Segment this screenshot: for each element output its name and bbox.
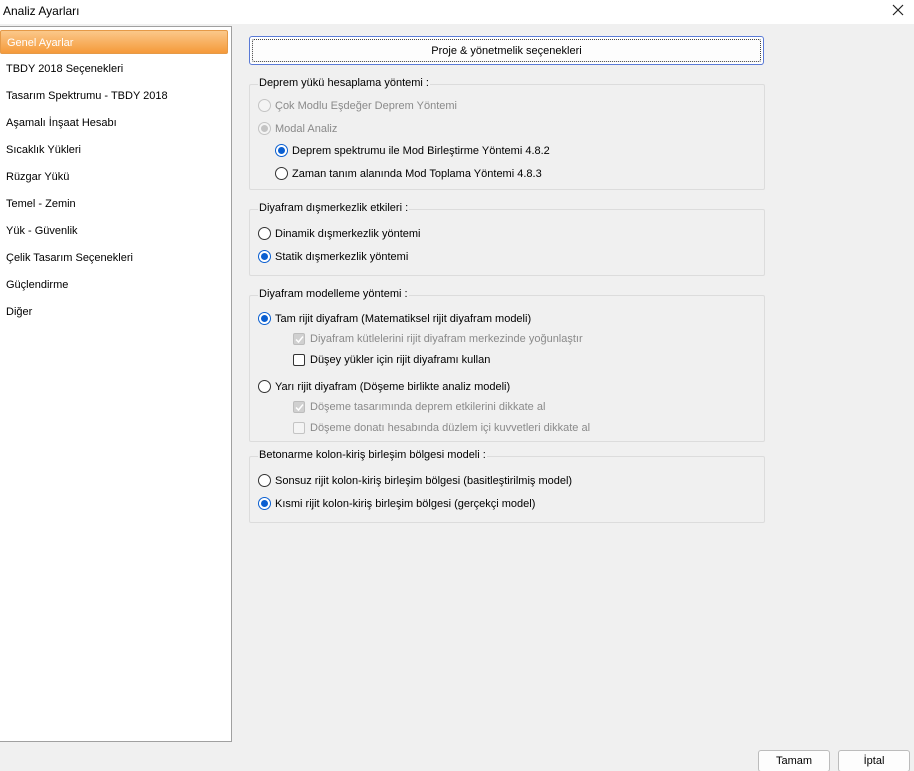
sidebar-item-yuk-guvenlik[interactable]: Yük - Güvenlik <box>0 218 231 244</box>
radio-semi-rigid-diaphragm[interactable]: Yarı rijit diyafram (Döşeme birlikte ana… <box>258 380 510 393</box>
sidebar: Genel Ayarlar TBDY 2018 Seçenekleri Tasa… <box>0 26 232 742</box>
radio-static-eccentricity[interactable]: Statik dışmerkezlik yöntemi <box>258 250 408 263</box>
sidebar-item-label: TBDY 2018 Seçenekleri <box>6 63 124 75</box>
close-button[interactable] <box>888 0 908 20</box>
sidebar-item-label: Sıcaklık Yükleri <box>6 144 81 156</box>
radio-indicator <box>258 227 271 240</box>
checkmark-icon <box>294 403 304 411</box>
sidebar-item-genel-ayarlar[interactable]: Genel Ayarlar <box>0 30 228 54</box>
sidebar-item-label: Yük - Güvenlik <box>6 225 78 237</box>
window-title: Analiz Ayarları <box>3 4 80 18</box>
radio-indicator <box>258 474 271 487</box>
sidebar-item-label: Çelik Tasarım Seçenekleri <box>6 252 133 264</box>
radio-indicator <box>275 144 288 157</box>
radio-indicator <box>258 99 271 112</box>
checkbox-indicator <box>293 333 305 345</box>
radio-indicator <box>258 380 271 393</box>
checkbox-label: Döşeme tasarımında deprem etkilerini dik… <box>310 401 546 413</box>
title-bar: Analiz Ayarları <box>0 0 914 24</box>
project-options-label: Proje & yönetmelik seçenekleri <box>431 44 582 57</box>
sidebar-item-label: Aşamalı İnşaat Hesabı <box>6 117 117 129</box>
sidebar-item-asamali-insaat[interactable]: Aşamalı İnşaat Hesabı <box>0 110 231 136</box>
checkbox-lump-mass[interactable]: Diyafram kütlelerini rijit diyafram merk… <box>293 333 583 345</box>
radio-time-history[interactable]: Zaman tanım alanında Mod Toplama Yöntemi… <box>275 167 542 180</box>
radio-label: Deprem spektrumu ile Mod Birleştirme Yön… <box>292 144 550 157</box>
radio-label: Yarı rijit diyafram (Döşeme birlikte ana… <box>275 380 511 393</box>
cancel-button[interactable]: İptal <box>838 750 910 771</box>
sidebar-item-label: Tasarım Spektrumu - TBDY 2018 <box>6 90 168 102</box>
radio-equivalent-load[interactable]: Çok Modlu Eşdeğer Deprem Yöntemi <box>258 99 457 112</box>
ok-button[interactable]: Tamam <box>758 750 830 771</box>
checkmark-icon <box>294 335 304 343</box>
close-icon <box>892 4 904 16</box>
radio-label: Tam rijit diyafram (Matematiksel rijit d… <box>275 312 532 325</box>
ok-label: Tamam <box>775 755 813 767</box>
radio-spectrum-mode[interactable]: Deprem spektrumu ile Mod Birleştirme Yön… <box>275 144 550 157</box>
radio-label: Zaman tanım alanında Mod Toplama Yöntemi… <box>292 167 542 180</box>
sidebar-item-tbdy-2018[interactable]: TBDY 2018 Seçenekleri <box>0 56 231 82</box>
joint-model-title: Betonarme kolon-kiriş birleşim bölgesi m… <box>258 449 487 461</box>
radio-indicator <box>258 497 271 510</box>
sidebar-item-label: Rüzgar Yükü <box>6 171 70 183</box>
radio-label: Sonsuz rijit kolon-kiriş birleşim bölges… <box>275 474 573 487</box>
sidebar-item-ruzgar[interactable]: Rüzgar Yükü <box>0 164 231 190</box>
checkbox-label: Diyafram kütlelerini rijit diyafram merk… <box>310 333 583 345</box>
radio-label: Kısmi rijit kolon-kiriş birleşim bölgesi… <box>275 497 536 510</box>
radio-dynamic-eccentricity[interactable]: Dinamik dışmerkezlik yöntemi <box>258 227 420 240</box>
radio-label: Statik dışmerkezlik yöntemi <box>275 250 409 263</box>
sidebar-item-tasarim-spektrumu[interactable]: Tasarım Spektrumu - TBDY 2018 <box>0 83 231 109</box>
radio-infinite-rigid-joint[interactable]: Sonsuz rijit kolon-kiriş birleşim bölges… <box>258 474 572 487</box>
radio-indicator <box>275 167 288 180</box>
checkbox-slab-earthquake[interactable]: Döşeme tasarımında deprem etkilerini dik… <box>293 401 545 413</box>
checkbox-label: Döşeme donatı hesabında düzlem içi kuvve… <box>310 422 591 434</box>
radio-indicator <box>258 122 271 135</box>
sidebar-item-guclendirme[interactable]: Güçlendirme <box>0 272 231 298</box>
checkbox-vertical-loads[interactable]: Düşey yükler için rijit diyaframı kullan <box>293 354 490 366</box>
radio-indicator <box>258 250 271 263</box>
sidebar-item-sicaklik[interactable]: Sıcaklık Yükleri <box>0 137 231 163</box>
radio-rigid-diaphragm[interactable]: Tam rijit diyafram (Matematiksel rijit d… <box>258 312 531 325</box>
eccentricity-group: Diyafram dışmerkezlik etkileri : <box>249 202 765 276</box>
sidebar-item-diger[interactable]: Diğer <box>0 299 231 325</box>
checkbox-label: Düşey yükler için rijit diyaframı kullan <box>310 354 491 366</box>
sidebar-item-temel-zemin[interactable]: Temel - Zemin <box>0 191 231 217</box>
radio-partial-rigid-joint[interactable]: Kısmi rijit kolon-kiriş birleşim bölgesi… <box>258 497 535 510</box>
sidebar-item-celik-tasarim[interactable]: Çelik Tasarım Seçenekleri <box>0 245 231 271</box>
checkbox-in-plane-forces[interactable]: Döşeme donatı hesabında düzlem içi kuvve… <box>293 422 590 434</box>
radio-label: Çok Modlu Eşdeğer Deprem Yöntemi <box>275 99 457 112</box>
sidebar-item-label: Güçlendirme <box>6 279 69 291</box>
sidebar-item-label: Genel Ayarlar <box>7 37 74 49</box>
joint-model-group: Betonarme kolon-kiriş birleşim bölgesi m… <box>249 449 765 523</box>
project-options-button[interactable]: Proje & yönetmelik seçenekleri <box>249 36 764 65</box>
eccentricity-title: Diyafram dışmerkezlik etkileri : <box>258 202 410 214</box>
diaphragm-title: Diyafram modelleme yöntemi : <box>258 288 409 300</box>
sidebar-item-label: Temel - Zemin <box>6 198 76 210</box>
cancel-label: İptal <box>863 755 885 767</box>
radio-indicator <box>258 312 271 325</box>
checkbox-indicator <box>293 401 305 413</box>
checkbox-indicator <box>293 422 305 434</box>
earthquake-method-title: Deprem yükü hesaplama yöntemi : <box>258 77 430 89</box>
radio-label: Dinamik dışmerkezlik yöntemi <box>275 227 421 240</box>
checkbox-indicator <box>293 354 305 366</box>
radio-label: Modal Analiz <box>275 122 338 135</box>
sidebar-item-label: Diğer <box>6 306 33 318</box>
radio-modal-analysis[interactable]: Modal Analiz <box>258 122 337 135</box>
